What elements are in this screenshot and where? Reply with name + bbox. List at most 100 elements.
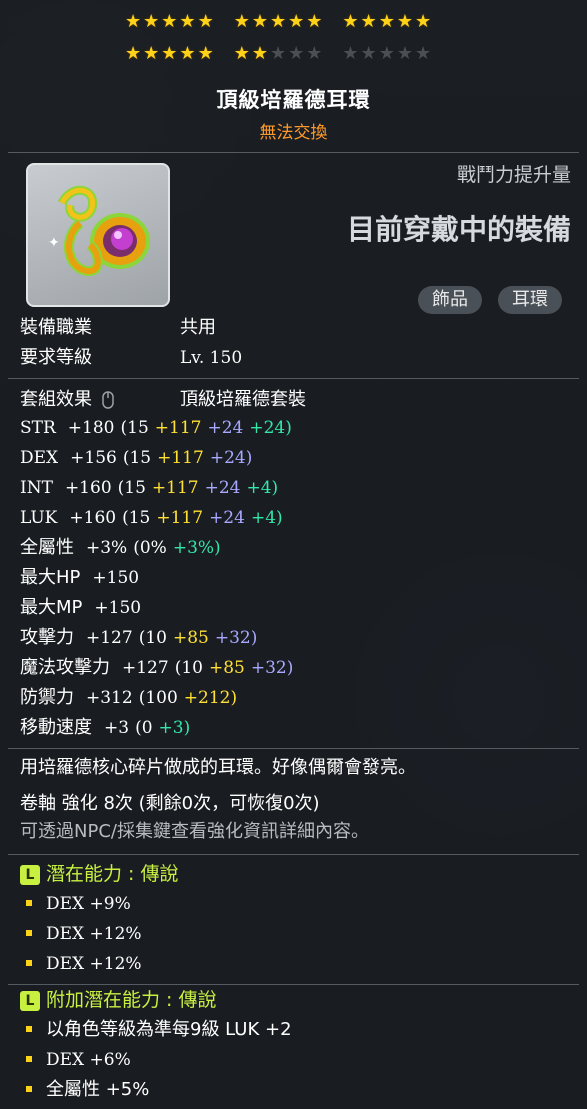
- earring-icon: ✦: [48, 185, 150, 277]
- item-tooltip: ★ ★ ★ ★ ★ ★ ★ ★ ★ ★ ★ ★ ★ ★ ★ ★ ★ ★ ★ ★ ★ ★ ★ ★ ★ ★ ★ ★ ★ ★ 頂級培羅…: [0, 0, 587, 1109]
- potential-line-text: DEX +12%: [46, 924, 142, 944]
- stat-row: INT +160 (15 +117 +24 +4): [20, 476, 284, 500]
- legendary-badge: L: [20, 990, 40, 1011]
- stat-p1: +117: [154, 418, 202, 438]
- svg-text:✦: ✦: [48, 235, 60, 251]
- stat-values: +127 (10 +85 +32): [122, 658, 299, 678]
- job-label: 裝備職業: [20, 317, 92, 338]
- stat-total: +312: [86, 688, 133, 708]
- stat-p1: +85: [208, 658, 245, 678]
- star-group: ★ ★ ★ ★ ★: [342, 44, 431, 64]
- stat-row: DEX +156 (15 +117 +24): [20, 446, 258, 470]
- star-group: ★ ★ ★ ★ ★: [342, 12, 431, 32]
- stat-values: +160 (15 +117 +24 +4): [69, 508, 288, 528]
- star-empty-icon: ★: [269, 43, 287, 64]
- potential-line-text: DEX +12%: [46, 954, 142, 974]
- bullet: [26, 930, 32, 936]
- star-empty-icon: ★: [396, 43, 413, 64]
- stat-values: +180 (15 +117 +24 +24): [68, 418, 298, 438]
- set-effect-row[interactable]: 套組效果 頂級培羅德套裝: [20, 388, 306, 412]
- stat-values: +150: [92, 568, 145, 588]
- star-filled-icon: ★: [161, 11, 178, 32]
- stat-name: 防禦力: [20, 687, 74, 708]
- stat-name: INT: [20, 478, 53, 498]
- star-filled-icon: ★: [233, 11, 250, 32]
- stat-total: +156: [70, 448, 117, 468]
- power-increase-label: 戰鬥力提升量: [456, 164, 571, 186]
- potential-line: DEX +12%: [20, 922, 142, 946]
- bonus-potential-line: 以角色等級為準每9級 LUK +2: [20, 1018, 292, 1042]
- star-filled-icon: ★: [360, 11, 377, 32]
- stat-p2: +32): [250, 658, 294, 678]
- stat-p3: +4): [246, 478, 279, 498]
- star-filled-icon: ★: [143, 11, 160, 32]
- stat-values: +312 (100 +212): [86, 688, 243, 708]
- legendary-badge: L: [20, 864, 40, 885]
- bonus-potential-title: 附加潛在能力 : 傳說: [46, 989, 217, 1011]
- star-filled-icon: ★: [161, 43, 178, 64]
- stat-base: (10: [138, 628, 167, 648]
- stat-name: 魔法攻擊力: [20, 657, 110, 678]
- stat-p2: +24: [204, 478, 241, 498]
- stat-name: STR: [20, 418, 56, 438]
- star-filled-icon: ★: [251, 43, 268, 64]
- star-empty-icon: ★: [342, 43, 359, 64]
- star-filled-icon: ★: [251, 11, 268, 32]
- potential-line: DEX +12%: [20, 952, 142, 976]
- bonus-potential-line: 全屬性 +5%: [20, 1078, 149, 1102]
- star-filled-icon: ★: [179, 11, 196, 32]
- star-group: ★ ★ ★ ★ ★: [234, 44, 323, 64]
- stat-name: 最大HP: [20, 567, 81, 588]
- star-filled-icon: ★: [125, 11, 142, 32]
- bonus-potential-line: DEX +6%: [20, 1048, 131, 1072]
- stat-row: STR +180 (15 +117 +24 +24): [20, 416, 298, 440]
- item-icon-frame: ✦: [26, 163, 170, 307]
- star-empty-icon: ★: [378, 43, 395, 64]
- level-row: 要求等級 Lv. 150: [20, 346, 242, 370]
- bullet: [26, 960, 32, 966]
- job-row: 裝備職業 共用: [20, 316, 216, 340]
- level-label: 要求等級: [20, 347, 92, 368]
- stat-values: +3% (0% +3%): [86, 538, 227, 558]
- mouse-icon: [101, 391, 114, 409]
- stat-p1: +212): [183, 688, 238, 708]
- stat-total: +160: [69, 508, 117, 528]
- potential-line-text: DEX +9%: [46, 894, 131, 914]
- star-filled-icon: ★: [197, 43, 214, 64]
- bonus-potential-line-text: 全屬性 +5%: [46, 1079, 150, 1100]
- star-filled-icon: ★: [342, 11, 359, 32]
- star-filled-icon: ★: [179, 43, 196, 64]
- stat-base: (15: [120, 418, 149, 438]
- star-empty-icon: ★: [414, 43, 432, 64]
- stat-p1: +117: [151, 478, 199, 498]
- divider: [8, 854, 579, 855]
- star-filled-icon: ★: [197, 11, 214, 32]
- star-filled-icon: ★: [288, 11, 305, 32]
- star-filled-icon: ★: [306, 11, 323, 32]
- stat-row: LUK +160 (15 +117 +24 +4): [20, 506, 289, 530]
- star-filled-icon: ★: [414, 11, 432, 32]
- stat-total: +3: [104, 718, 130, 738]
- star-filled-icon: ★: [233, 43, 250, 64]
- stat-base: (0: [135, 718, 153, 738]
- stat-total: +180: [67, 418, 115, 438]
- star-filled-icon: ★: [143, 43, 160, 64]
- bullet: [26, 1056, 32, 1062]
- bonus-potential-line-text: 以角色等級為準每9級 LUK +2: [46, 1019, 292, 1040]
- stat-values: +156 (15 +117 +24): [70, 448, 258, 468]
- stat-name: 移動速度: [20, 717, 92, 738]
- star-group: ★ ★ ★ ★ ★: [125, 44, 214, 64]
- stat-row: 全屬性 +3% (0% +3%): [20, 536, 227, 560]
- bullet: [26, 1085, 32, 1092]
- category-tag-accessory: 飾品: [418, 286, 482, 314]
- star-force-row-1: ★ ★ ★ ★ ★ ★ ★ ★ ★ ★ ★ ★ ★ ★ ★: [125, 12, 431, 32]
- star-empty-icon: ★: [360, 43, 377, 64]
- item-description: 用培羅德核心碎片做成的耳環。好像偶爾會發亮。: [20, 757, 416, 778]
- scroll-hint: 可透過NPC/採集鍵查看強化資訊詳細內容。: [20, 821, 369, 842]
- star-filled-icon: ★: [378, 11, 395, 32]
- divider: [8, 152, 579, 153]
- star-force-row-2: ★ ★ ★ ★ ★ ★ ★ ★ ★ ★ ★ ★ ★ ★ ★: [125, 44, 431, 64]
- stat-name: DEX: [20, 448, 59, 468]
- stat-p3: +3): [158, 718, 191, 738]
- star-empty-icon: ★: [306, 43, 323, 64]
